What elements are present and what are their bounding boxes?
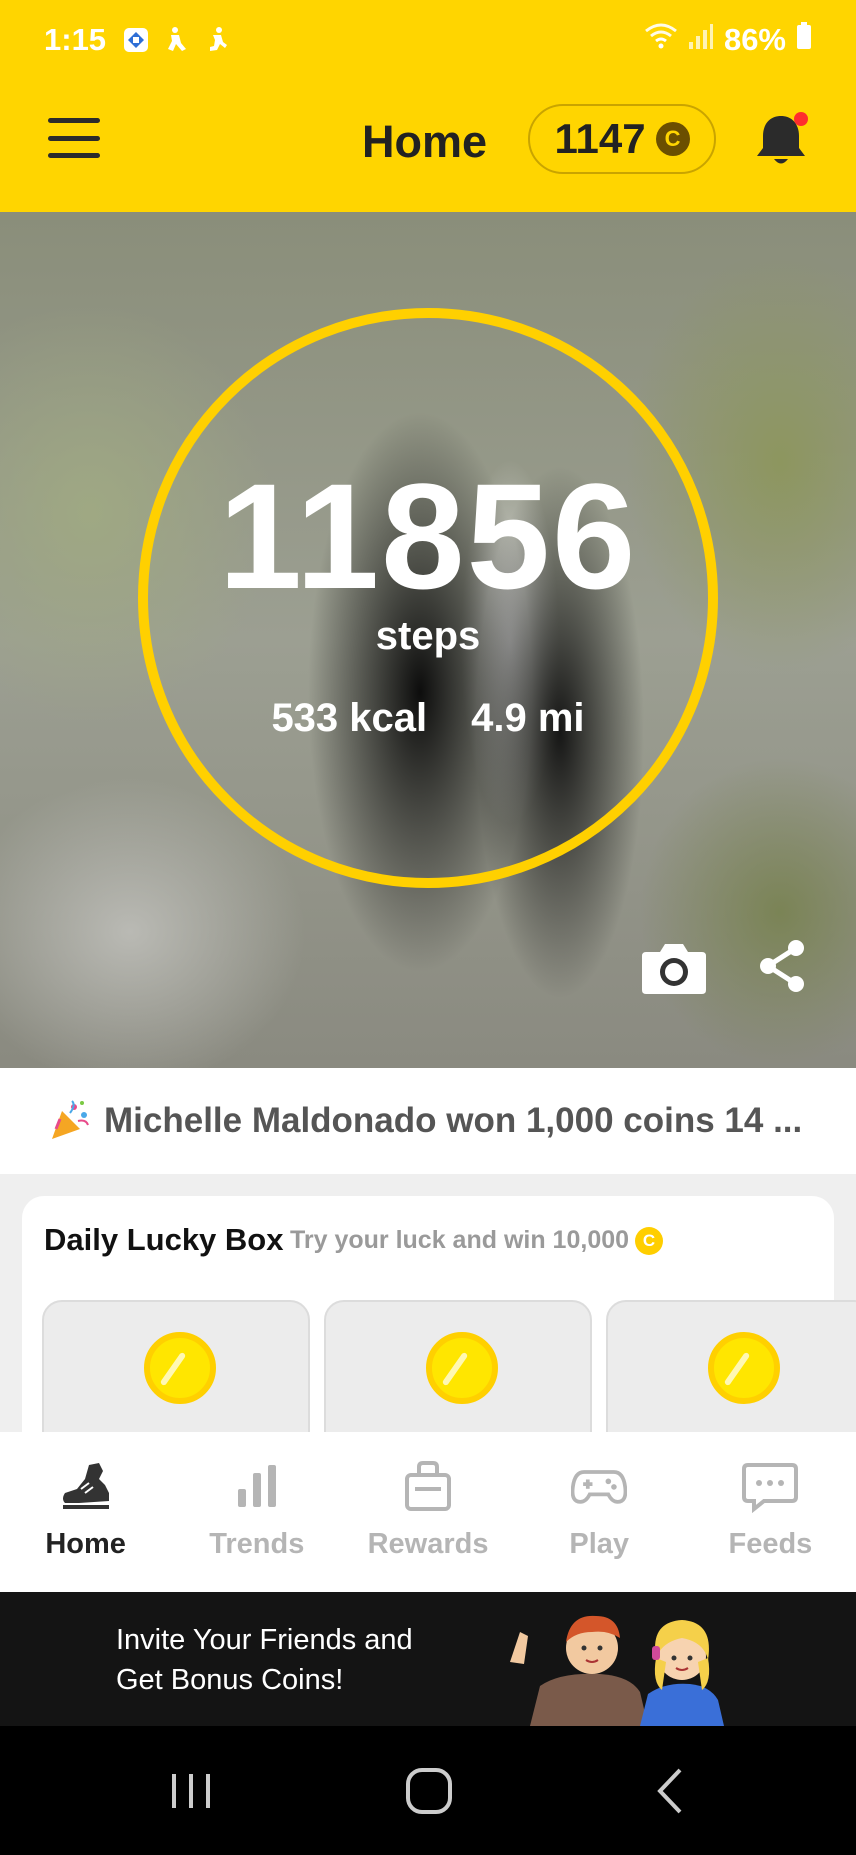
notification-bell-icon[interactable]: [752, 110, 810, 170]
nav-label: Home: [45, 1528, 126, 1560]
page-title: Home: [362, 116, 488, 167]
status-bar: 1:15 86%: [0, 0, 856, 80]
invite-line-1: Invite Your Friends and: [116, 1624, 413, 1656]
back-icon[interactable]: [636, 1756, 706, 1826]
share-icon[interactable]: [754, 936, 810, 996]
distance-value: 4.9 mi: [471, 696, 585, 740]
app-header: Home 1147 C: [0, 80, 856, 212]
content-area: Daily Lucky Box Try your luck and win 10…: [0, 1174, 856, 1432]
notification-badge: [794, 112, 808, 126]
status-notification-icons: [120, 24, 232, 56]
lucky-box-tile[interactable]: [42, 1300, 310, 1432]
steps-label: steps: [375, 614, 481, 658]
step-counter-hero: 11856 steps 533 kcal 4.9 mi: [0, 212, 856, 1068]
shopping-bag-icon: [400, 1458, 456, 1514]
winner-ticker[interactable]: Michelle Maldonado won 1,000 coins 14 ..…: [0, 1068, 856, 1174]
coin-balance: 1147: [554, 115, 646, 162]
recent-apps-icon[interactable]: [156, 1756, 226, 1826]
nav-item-home[interactable]: Home: [0, 1432, 171, 1592]
camera-icon[interactable]: [640, 940, 708, 996]
nav-label: Feeds: [728, 1528, 813, 1560]
home-button-icon[interactable]: [394, 1756, 464, 1826]
nav-label: Trends: [209, 1528, 305, 1560]
signal-icon: [688, 22, 714, 58]
nav-item-rewards[interactable]: Rewards: [342, 1432, 513, 1592]
invite-text: Invite Your Friends and Get Bonus Coins!: [116, 1620, 456, 1700]
gold-coin-icon: [708, 1332, 780, 1404]
nav-label: Rewards: [367, 1528, 489, 1560]
battery-icon: [796, 22, 812, 58]
status-time: 1:15: [44, 22, 107, 57]
app-notification-icon: [120, 24, 152, 56]
bar-chart-icon: [229, 1458, 285, 1514]
runner-notification-icon: [200, 24, 232, 56]
gold-coin-icon: [426, 1332, 498, 1404]
bottom-navigation: Home Trends Rewards Play Feeds: [0, 1432, 856, 1592]
gold-coin-icon: [144, 1332, 216, 1404]
chat-bubble-icon: [742, 1458, 799, 1514]
invite-line-2: Get Bonus Coins!: [116, 1664, 344, 1696]
system-navigation-bar: [0, 1726, 856, 1855]
nav-item-feeds[interactable]: Feeds: [685, 1432, 856, 1592]
status-right-group: 86%: [644, 21, 812, 59]
coin-balance-button[interactable]: 1147 C: [528, 104, 716, 174]
lucky-box-tile[interactable]: [606, 1300, 856, 1432]
step-count: 11856: [218, 452, 638, 620]
party-popper-icon: [48, 1099, 92, 1143]
lucky-box-subtitle: Try your luck and win 10,000 C: [290, 1226, 664, 1255]
hamburger-menu-icon[interactable]: [48, 118, 100, 158]
lucky-box-title: Daily Lucky Box: [44, 1222, 284, 1257]
wifi-icon: [644, 21, 678, 59]
invite-friends-banner[interactable]: Invite Your Friends and Get Bonus Coins!: [0, 1592, 856, 1726]
nav-item-play[interactable]: Play: [514, 1432, 685, 1592]
coin-icon: C: [655, 122, 690, 156]
lucky-box-subtitle-text: Try your luck and win 10,000: [290, 1226, 630, 1254]
lucky-box-tile[interactable]: [324, 1300, 592, 1432]
daily-lucky-box-card: Daily Lucky Box Try your luck and win 10…: [22, 1196, 856, 1432]
battery-percent: 86%: [723, 22, 786, 57]
coin-icon: C: [635, 1226, 664, 1255]
walking-notification-icon: [160, 24, 192, 56]
nav-label: Play: [569, 1528, 630, 1560]
friends-illustration: [500, 1602, 760, 1726]
stats-row: 533 kcal 4.9 mi: [0, 696, 856, 741]
ticker-text: Michelle Maldonado won 1,000 coins 14 ..…: [104, 1101, 803, 1140]
calories-value: 533 kcal: [271, 696, 428, 740]
gamepad-icon: [571, 1458, 628, 1514]
nav-item-trends[interactable]: Trends: [171, 1432, 342, 1592]
sneaker-icon: [58, 1458, 114, 1514]
